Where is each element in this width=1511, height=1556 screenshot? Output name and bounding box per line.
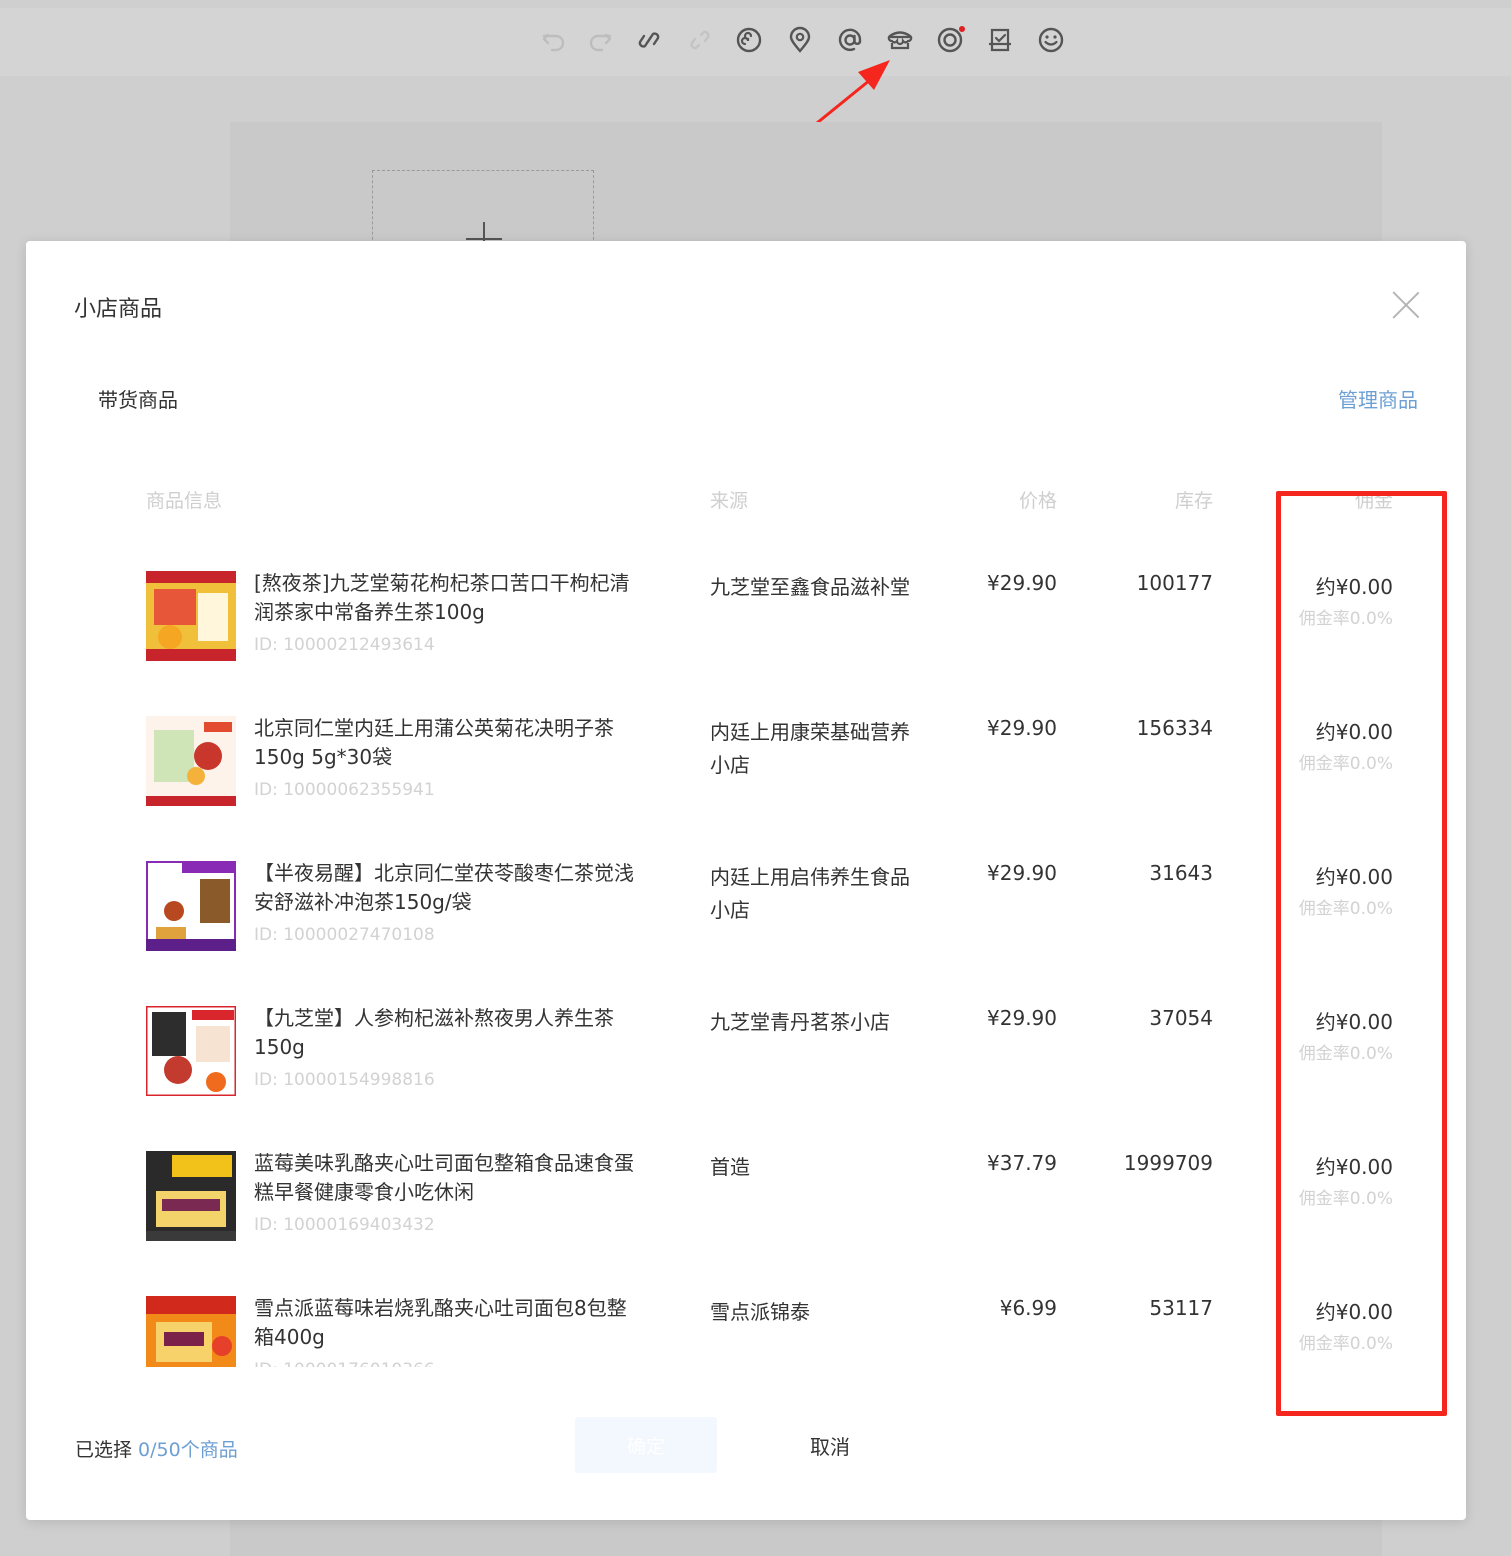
product-thumbnail: [146, 571, 236, 661]
product-title: 【九芝堂】人参枸杞滋补熬夜男人养生茶150g: [254, 1006, 614, 1059]
product-commission: 约¥0.00: [1315, 575, 1393, 599]
mini-program-icon[interactable]: [734, 25, 764, 55]
product-source: 内廷上用启伟养生食品小店: [710, 865, 910, 922]
product-title: 北京同仁堂内廷上用蒲公英菊花决明子茶150g 5g*30袋: [254, 716, 614, 769]
product-stock: 156334: [1136, 716, 1213, 740]
product-price: ¥29.90: [987, 571, 1057, 595]
product-commission-rate: 佣金率0.0%: [1298, 899, 1393, 919]
product-commission-rate: 佣金率0.0%: [1298, 1189, 1393, 1209]
product-row[interactable]: 【半夜易醒】北京同仁堂茯苓酸枣仁茶觉浅安舒滋补冲泡茶150g/袋 ID: 100…: [26, 861, 1466, 1006]
product-price: ¥29.90: [987, 716, 1057, 740]
product-source: 内廷上用康荣基础营养小店: [710, 720, 910, 777]
product-title: [熬夜茶]九芝堂菊花枸杞茶口苦口干枸杞清润茶家中常备养生茶100g: [254, 571, 630, 624]
product-thumbnail: [146, 861, 236, 951]
link-icon[interactable]: [634, 25, 664, 55]
product-id: ID: 10000062355941: [254, 780, 435, 800]
product-id: ID: 10000154998816: [254, 1070, 435, 1090]
product-price: ¥29.90: [987, 1006, 1057, 1030]
product-id: ID: 10000176010366: [254, 1360, 435, 1367]
product-row[interactable]: 【九芝堂】人参枸杞滋补熬夜男人养生茶150g ID: 1000015499881…: [26, 1006, 1466, 1151]
plus-icon-bar: [466, 238, 502, 240]
product-commission-rate: 佣金率0.0%: [1298, 1334, 1393, 1354]
product-thumbnail: [146, 716, 236, 806]
product-commission-rate: 佣金率0.0%: [1298, 754, 1393, 774]
selected-count: 已选择 0/50个商品: [75, 1435, 238, 1462]
product-source: 雪点派锦泰: [710, 1300, 810, 1324]
product-commission: 约¥0.00: [1315, 1010, 1393, 1034]
product-commission-rate: 佣金率0.0%: [1298, 1044, 1393, 1064]
undo-icon[interactable]: [539, 25, 569, 55]
product-stock: 31643: [1149, 861, 1213, 885]
live-icon[interactable]: [935, 25, 965, 55]
product-source: 九芝堂至鑫食品滋补堂: [710, 575, 910, 599]
product-row[interactable]: [熬夜茶]九芝堂菊花枸杞茶口苦口干枸杞清润茶家中常备养生茶100g ID: 10…: [26, 571, 1466, 716]
product-row[interactable]: 蓝莓美味乳酪夹心吐司面包整箱食品速食蛋糕早餐健康零食小吃休闲 ID: 10000…: [26, 1151, 1466, 1296]
confirm-button[interactable]: 确定: [575, 1417, 717, 1473]
product-list: [熬夜茶]九芝堂菊花枸杞茶口苦口干枸杞清润茶家中常备养生茶100g ID: 10…: [26, 241, 1466, 1367]
product-price: ¥6.99: [999, 1296, 1057, 1320]
product-source: 首造: [710, 1155, 750, 1179]
product-thumbnail: [146, 1006, 236, 1096]
product-thumbnail: [146, 1151, 236, 1241]
product-commission: 约¥0.00: [1315, 1300, 1393, 1324]
shop-products-modal: 小店商品 带货商品 管理商品 商品信息 来源 价格 库存 佣金 [熬夜茶]九芝堂…: [26, 241, 1466, 1520]
product-commission: 约¥0.00: [1315, 865, 1393, 889]
product-stock: 53117: [1149, 1296, 1213, 1320]
product-commission: 约¥0.00: [1315, 1155, 1393, 1179]
product-id: ID: 10000212493614: [254, 635, 435, 655]
product-commission-rate: 佣金率0.0%: [1298, 609, 1393, 629]
product-price: ¥37.79: [987, 1151, 1057, 1175]
product-title: 蓝莓美味乳酪夹心吐司面包整箱食品速食蛋糕早餐健康零食小吃休闲: [254, 1151, 634, 1204]
product-stock: 100177: [1136, 571, 1213, 595]
product-thumbnail: [146, 1296, 236, 1367]
product-id: ID: 10000027470108: [254, 925, 435, 945]
product-row[interactable]: 北京同仁堂内廷上用蒲公英菊花决明子茶150g 5g*30袋 ID: 100000…: [26, 716, 1466, 861]
product-commission: 约¥0.00: [1315, 720, 1393, 744]
selected-prefix: 已选择: [75, 1439, 139, 1461]
product-source: 九芝堂青丹茗茶小店: [710, 1010, 890, 1034]
product-stock: 37054: [1149, 1006, 1213, 1030]
product-price: ¥29.90: [987, 861, 1057, 885]
cancel-button[interactable]: 取消: [778, 1417, 882, 1473]
notification-dot: [959, 26, 965, 32]
vote-icon[interactable]: [985, 25, 1015, 55]
selected-count-value: 0/50个商品: [138, 1439, 238, 1461]
product-id: ID: 10000169403432: [254, 1215, 435, 1235]
redo-icon[interactable]: [585, 25, 615, 55]
product-title: 【半夜易醒】北京同仁堂茯苓酸枣仁茶觉浅安舒滋补冲泡茶150g/袋: [254, 861, 634, 914]
editor-toolbar: [0, 8, 1511, 76]
product-row[interactable]: 雪点派蓝莓味岩烧乳酪夹心吐司面包8包整箱400g ID: 10000176010…: [26, 1296, 1466, 1367]
emoji-icon[interactable]: [1036, 25, 1066, 55]
product-title: 雪点派蓝莓味岩烧乳酪夹心吐司面包8包整箱400g: [254, 1296, 627, 1349]
product-stock: 1999709: [1123, 1151, 1213, 1175]
unlink-icon[interactable]: [685, 25, 715, 55]
